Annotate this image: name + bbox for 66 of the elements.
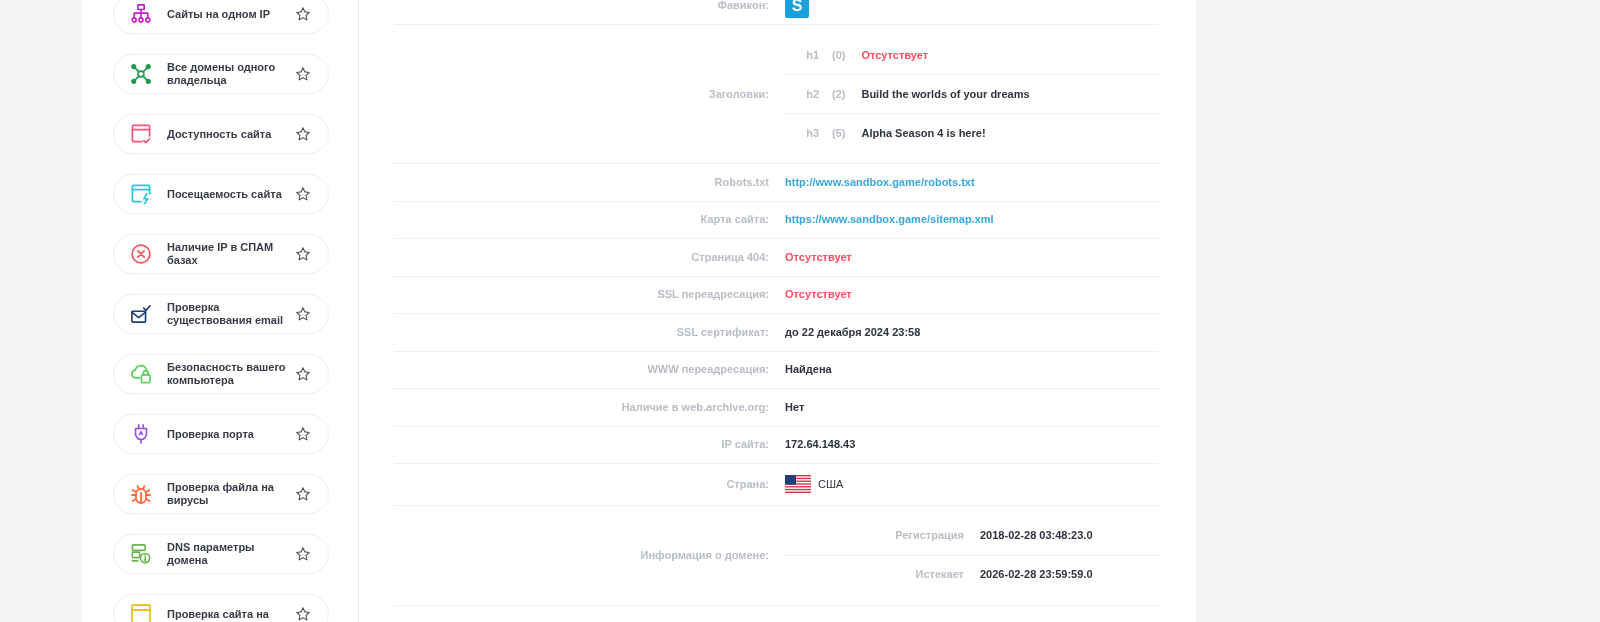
star-icon[interactable] bbox=[296, 67, 310, 81]
sidebar-item[interactable]: Проверка существования email bbox=[113, 294, 329, 334]
sidebar-item[interactable]: Наличие IP в СПАМ базах bbox=[113, 234, 329, 274]
cloud-lock-icon bbox=[131, 364, 151, 384]
field-label: Карта сайта: bbox=[700, 213, 769, 227]
sidebar-item[interactable]: Проверка порта bbox=[113, 414, 329, 454]
field-label: Заголовки: bbox=[708, 87, 769, 101]
field-label: SSL переадресация: bbox=[657, 288, 769, 302]
sidebar-item[interactable]: Проверка сайта на bbox=[113, 594, 329, 622]
field-value: Отсутствует bbox=[785, 288, 852, 302]
field-value: Найдена bbox=[785, 363, 832, 377]
star-icon[interactable] bbox=[296, 607, 310, 621]
favicon-logo: S bbox=[785, 0, 809, 18]
star-icon[interactable] bbox=[296, 127, 310, 141]
date-value: 2018-02-28 03:48:23.0 bbox=[980, 529, 1093, 542]
date-label: Регистрация bbox=[894, 529, 964, 542]
field-label: SSL сертификат: bbox=[676, 325, 769, 339]
field-value: Отсутствует bbox=[785, 250, 852, 264]
field-value: 172.64.148.43 bbox=[785, 438, 856, 452]
heading-count: (5) bbox=[832, 126, 846, 140]
star-icon[interactable] bbox=[296, 427, 310, 441]
flag-icon bbox=[785, 475, 811, 494]
field-label: WWW переадресация: bbox=[647, 363, 769, 377]
x-circle-icon bbox=[131, 244, 151, 264]
star-icon[interactable] bbox=[296, 547, 310, 561]
field-value: до 22 декабря 2024 23:58 bbox=[785, 325, 921, 339]
star-icon[interactable] bbox=[296, 247, 310, 261]
sidebar-item[interactable]: DNS параметры домена bbox=[113, 534, 329, 574]
star-icon[interactable] bbox=[296, 487, 310, 501]
browser-window-icon bbox=[131, 604, 151, 622]
heading-count: (0) bbox=[832, 48, 846, 62]
sidebar-item[interactable]: Посещаемость сайта bbox=[113, 174, 329, 214]
network-nodes-icon bbox=[131, 64, 151, 84]
envelope-check-icon bbox=[131, 304, 151, 324]
browser-lightning-icon bbox=[131, 184, 151, 204]
field-label: Robots.txt bbox=[714, 175, 769, 189]
sidebar-item[interactable]: Безопасность вашего компьютера bbox=[113, 354, 329, 394]
server-info-icon bbox=[131, 544, 151, 564]
heading-tag: h2 bbox=[785, 87, 819, 101]
heading-text: Build the worlds of your dreams bbox=[861, 87, 1030, 101]
field-label: Фавикон: bbox=[717, 0, 769, 12]
field-label: IP сайта: bbox=[721, 438, 769, 452]
field-value: Нет bbox=[785, 400, 805, 414]
field-label: Страница 404: bbox=[691, 250, 769, 264]
browser-check-icon bbox=[131, 124, 151, 144]
star-icon[interactable] bbox=[296, 367, 310, 381]
bug-icon bbox=[131, 484, 151, 504]
field-label: Наличие в web.archive.org: bbox=[621, 400, 769, 414]
heading-count: (2) bbox=[832, 87, 846, 101]
hierarchy-icon bbox=[131, 4, 151, 24]
star-icon[interactable] bbox=[296, 7, 310, 21]
country-name: США bbox=[818, 477, 844, 491]
date-label: Истекает bbox=[914, 568, 964, 581]
sidebar-item[interactable]: Все домены одного владельца bbox=[113, 54, 329, 94]
field-label: Страна: bbox=[726, 477, 769, 491]
sidebar-item[interactable]: Сайты на одном IP bbox=[113, 0, 329, 34]
star-icon[interactable] bbox=[296, 187, 310, 201]
heading-tag: h1 bbox=[785, 48, 819, 62]
sidebar-item[interactable]: Проверка файла на вирусы bbox=[113, 474, 329, 514]
date-value: 2026-02-28 23:59:59.0 bbox=[980, 568, 1093, 581]
heading-text: Alpha Season 4 is here! bbox=[861, 126, 986, 140]
star-icon[interactable] bbox=[296, 307, 310, 321]
field-label: Информация о домене: bbox=[640, 548, 769, 562]
heading-text: Отсутствует bbox=[861, 48, 929, 62]
sidebar-item[interactable]: Доступность сайта bbox=[113, 114, 329, 154]
heading-tag: h3 bbox=[785, 126, 819, 140]
